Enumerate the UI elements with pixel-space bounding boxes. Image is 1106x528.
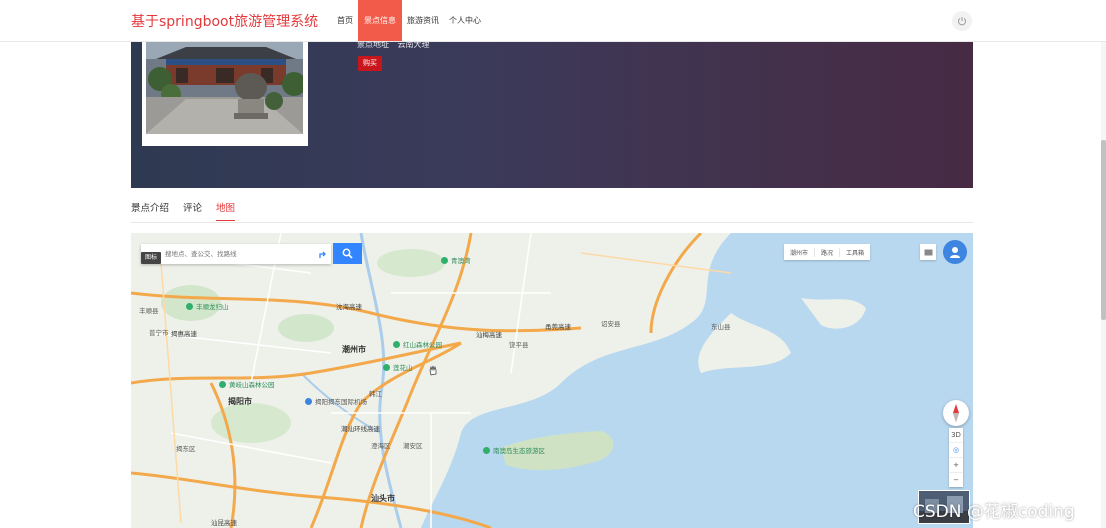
tab-map[interactable]: 地图 <box>216 200 236 221</box>
airport-marker[interactable] <box>305 398 312 405</box>
zoom-in-button[interactable]: + <box>949 458 963 473</box>
attraction-photo-frame <box>142 35 308 146</box>
nav-travel-news[interactable]: 旅游资讯 <box>402 0 444 41</box>
tab-comments[interactable]: 评论 <box>183 200 202 221</box>
message-icon <box>924 249 932 255</box>
top-navbar: 基于springboot旅游管理系统 首页 景点信息 旅游资讯 个人中心 <box>0 0 1106 42</box>
map-search-input[interactable] <box>141 244 317 264</box>
city-selector[interactable]: 潮州市 <box>784 247 816 257</box>
search-icon <box>342 248 353 259</box>
poi-marker[interactable] <box>441 257 448 264</box>
locate-button[interactable]: ◎ <box>949 443 963 458</box>
district-label-raoping: 饶平县 <box>509 341 529 349</box>
highway-label: 甬莞高速 <box>545 323 571 331</box>
city-label-chaozhou: 潮州市 <box>342 345 366 354</box>
poi-marker[interactable] <box>483 447 490 454</box>
district-label-chenghai: 澄海区 <box>371 442 391 450</box>
district-label-fengshun: 丰顺县 <box>139 307 159 315</box>
zoom-out-button[interactable]: − <box>949 473 963 487</box>
page-scrollbar-thumb[interactable] <box>1101 140 1106 320</box>
user-avatar[interactable] <box>943 240 967 264</box>
route-button[interactable] <box>313 244 333 264</box>
power-icon <box>958 17 966 26</box>
poi-marker[interactable] <box>393 341 400 348</box>
map-layer-tag[interactable]: 图标 <box>141 252 162 264</box>
poi-marker[interactable] <box>219 381 226 388</box>
toolbox-button[interactable]: 工具箱 <box>840 248 870 257</box>
csdn-watermark: CSDN @花椒coding <box>913 502 1075 522</box>
route-arrow-icon <box>319 251 326 258</box>
map-toolbar: 潮州市 路况 工具箱 <box>784 244 871 260</box>
site-title[interactable]: 基于springboot旅游管理系统 <box>131 11 318 31</box>
compass-icon <box>953 404 959 422</box>
city-label-jieyang: 揭阳市 <box>228 397 252 406</box>
poi-label-nanao: 南澳岛生态旅游区 <box>493 447 545 455</box>
attraction-photo <box>146 39 303 134</box>
attraction-hero: 景点地址 云南大理 购买 <box>131 35 973 188</box>
3d-button[interactable]: 3D <box>949 428 963 443</box>
user-icon <box>950 247 960 258</box>
main-nav: 首页 景点信息 旅游资讯 个人中心 <box>332 0 486 41</box>
zoom-controls: 3D ◎ + − <box>949 428 963 487</box>
message-button[interactable] <box>920 244 936 260</box>
traffic-toggle[interactable]: 路况 <box>815 247 841 257</box>
hand-cursor-icon <box>428 361 438 380</box>
city-label-shantou: 汕头市 <box>371 494 395 503</box>
nav-user-center[interactable]: 个人中心 <box>444 0 486 41</box>
district-label-zhaoan: 诏安县 <box>601 320 621 328</box>
district-label-dongshan: 东山县 <box>711 323 731 331</box>
highway-label: 汕昆高速 <box>211 519 237 527</box>
poi-label-lianhuashan: 莲花山 <box>393 364 413 372</box>
map-search-box <box>141 244 331 264</box>
district-label-chaoan: 潮安区 <box>403 442 423 450</box>
poi-label-airport: 揭阳揭东国际机场 <box>315 398 367 406</box>
poi-label-qingaowan: 青澳湾 <box>451 257 471 265</box>
detail-tabs: 景点介绍 评论 地图 <box>131 200 249 221</box>
map-search-button[interactable] <box>333 243 362 264</box>
tab-introduction[interactable]: 景点介绍 <box>131 200 169 221</box>
poi-label-hanjiang: 韩江 <box>369 390 382 398</box>
highway-label: 汕梅高速 <box>476 331 502 339</box>
district-label-jiedong: 揭东区 <box>176 445 196 453</box>
baidu-map[interactable]: 潮州市 揭阳市 汕头市 普宁市 饶平县 澄海区 潮安区 诏安县 东山县 揭东区 … <box>131 233 973 528</box>
city-label-puning: 普宁市 <box>149 329 169 337</box>
poi-label-hongshan: 红山森林公园 <box>403 341 442 349</box>
logout-button[interactable] <box>952 11 972 31</box>
highway-label: 揭惠高速 <box>171 330 197 338</box>
highway-label: 潮汕环线高速 <box>341 425 380 433</box>
nav-home[interactable]: 首页 <box>332 0 358 41</box>
poi-label-longguishan: 丰顺龙归山 <box>196 303 229 311</box>
poi-label-huangqishan: 黄岐山森林公园 <box>229 381 275 389</box>
tabs-divider <box>131 222 973 223</box>
nav-attractions[interactable]: 景点信息 <box>358 0 402 41</box>
poi-marker[interactable] <box>186 303 193 310</box>
highway-label: 沈海高速 <box>336 303 362 311</box>
poi-marker[interactable] <box>383 364 390 371</box>
compass-control[interactable] <box>943 400 969 426</box>
buy-button[interactable]: 购买 <box>358 56 382 71</box>
